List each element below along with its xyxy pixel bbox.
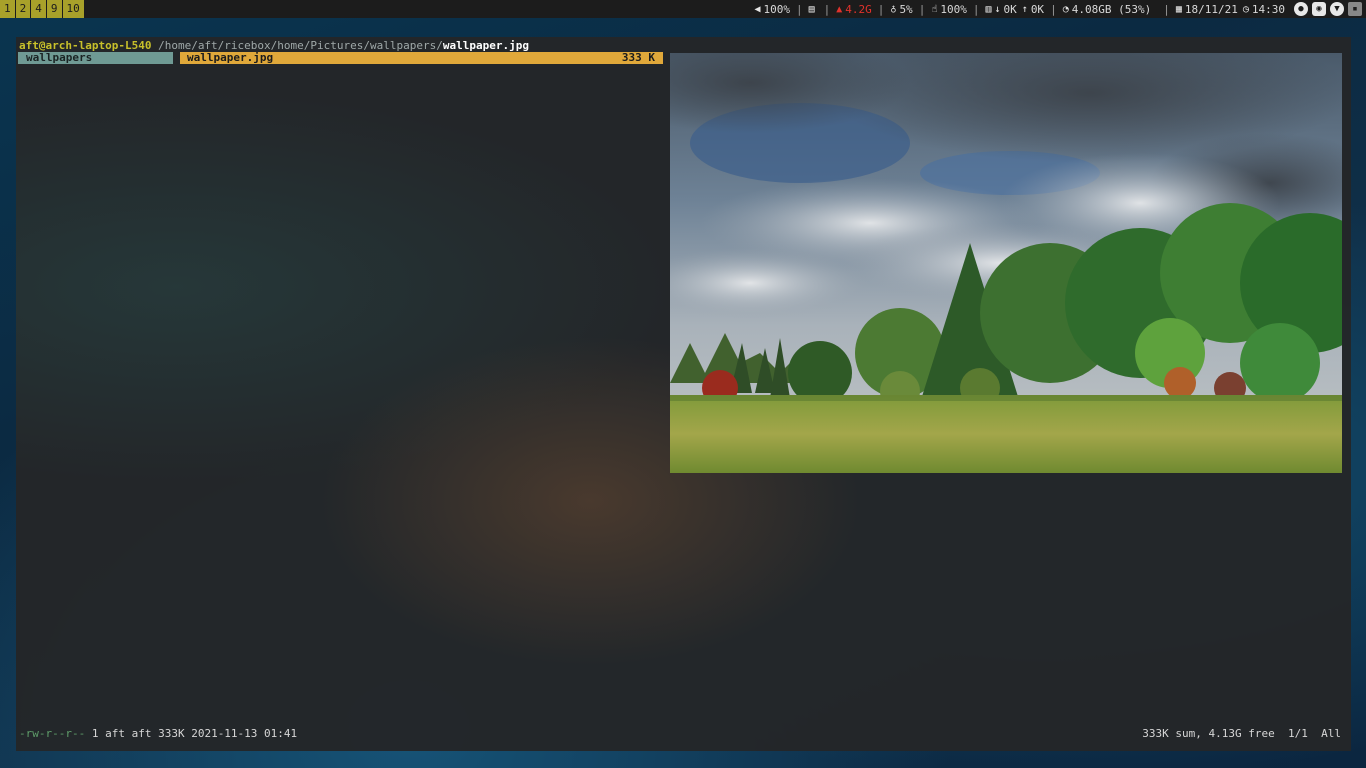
chart-icon: ▥ xyxy=(985,3,992,15)
pie-icon: ◔ xyxy=(1062,3,1069,15)
document-icon: ▤ xyxy=(808,3,815,15)
file-status-line: -rw-r--r-- 1 aft aft 333K 2021-11-13 01:… xyxy=(19,727,297,740)
separator: | xyxy=(1163,2,1170,16)
file-permissions: -rw-r--r-- xyxy=(19,727,86,740)
clipboard-module[interactable]: ▤ xyxy=(804,0,823,18)
top-bar: 1 2 4 9 10 ◀ 100% | ▤ | ▲ 4.2G | ♁ 5% | … xyxy=(0,0,1366,18)
file-position: 1/1 xyxy=(1288,727,1308,740)
separator: | xyxy=(823,2,831,16)
separator: | xyxy=(795,2,803,16)
calendar-icon: ▦ xyxy=(1175,3,1182,15)
path-line: aft@arch-laptop-L540 /home/aft/ricebox/h… xyxy=(19,39,529,52)
volume-module[interactable]: ◀ 100% xyxy=(749,0,795,18)
memory-module: ▲ 4.2G xyxy=(831,0,877,18)
lightbulb-icon: ♁ xyxy=(890,3,897,15)
clock-icon: ◷ xyxy=(1242,3,1249,15)
image-preview xyxy=(670,53,1342,473)
arrow-up-icon: ↑ xyxy=(1021,3,1028,15)
workspace-2[interactable]: 2 xyxy=(15,0,31,18)
separator: | xyxy=(877,2,885,16)
speaker-icon: ◀ xyxy=(754,3,761,15)
memory-value: 4.2G xyxy=(845,2,872,16)
net-up-value: 0K xyxy=(1030,2,1045,16)
workspace-1[interactable]: 1 xyxy=(0,0,15,18)
brightness-value: 5% xyxy=(899,2,913,16)
thumbs-up-icon: ☝ xyxy=(931,3,938,15)
time-value: 14:30 xyxy=(1251,2,1285,16)
net-down-value: 0K xyxy=(1003,2,1017,16)
memory-icon: ▲ xyxy=(836,3,843,15)
separator: | xyxy=(918,2,926,16)
file-info: 1 aft aft 333K 2021-11-13 01:41 xyxy=(91,727,298,740)
selected-file-name: wallpaper.jpg xyxy=(442,39,529,52)
wallpaper-landscape-image xyxy=(670,53,1342,473)
disk-value: 4.08GB (53%) xyxy=(1071,2,1152,16)
workspace-9[interactable]: 9 xyxy=(46,0,62,18)
scroll-indicator: All xyxy=(1321,727,1341,740)
separator: | xyxy=(972,2,980,16)
network-module: ▥ ↓ 0K ↑ 0K xyxy=(980,0,1049,18)
discord-icon[interactable]: ◉ xyxy=(1312,2,1326,16)
workspace-10[interactable]: 10 xyxy=(62,0,84,18)
droplet-icon[interactable]: ● xyxy=(1294,2,1308,16)
workspace-list: 1 2 4 9 10 xyxy=(0,0,85,18)
brightness-module[interactable]: ♁ 5% xyxy=(885,0,917,18)
directory-summary: 333K sum, 4.13G free 1/1 All xyxy=(1142,727,1341,740)
battery-module: ☝ 100% xyxy=(926,0,972,18)
arrow-down-icon: ↓ xyxy=(994,3,1001,15)
terminal-window[interactable]: aft@arch-laptop-L540 /home/aft/ricebox/h… xyxy=(16,37,1351,751)
workspace-4[interactable]: 4 xyxy=(31,0,46,18)
file-size: 333 K xyxy=(621,51,655,64)
wifi-icon[interactable]: ▼ xyxy=(1330,2,1344,16)
volume-value: 100% xyxy=(763,2,790,16)
battery-value: 100% xyxy=(940,2,967,16)
parent-directory-entry[interactable]: wallpapers xyxy=(18,52,173,64)
time-module[interactable]: ◷ 14:30 xyxy=(1243,0,1290,18)
status-modules: ◀ 100% | ▤ | ▲ 4.2G | ♁ 5% | ☝ 100% | ▥ … xyxy=(749,0,1366,18)
separator: | xyxy=(1050,2,1057,16)
disk-module: ◔ 4.08GB (53%) xyxy=(1058,0,1157,18)
summary-text: 333K sum, 4.13G free xyxy=(1142,727,1275,740)
current-file-entry[interactable]: wallpaper.jpg 333 K xyxy=(180,52,663,64)
file-name: wallpaper.jpg xyxy=(187,51,274,64)
date-value: 18/11/21 xyxy=(1184,2,1238,16)
date-module[interactable]: ▦ 18/11/21 xyxy=(1171,0,1243,18)
tray-app-icon[interactable]: ▪ xyxy=(1348,2,1362,16)
